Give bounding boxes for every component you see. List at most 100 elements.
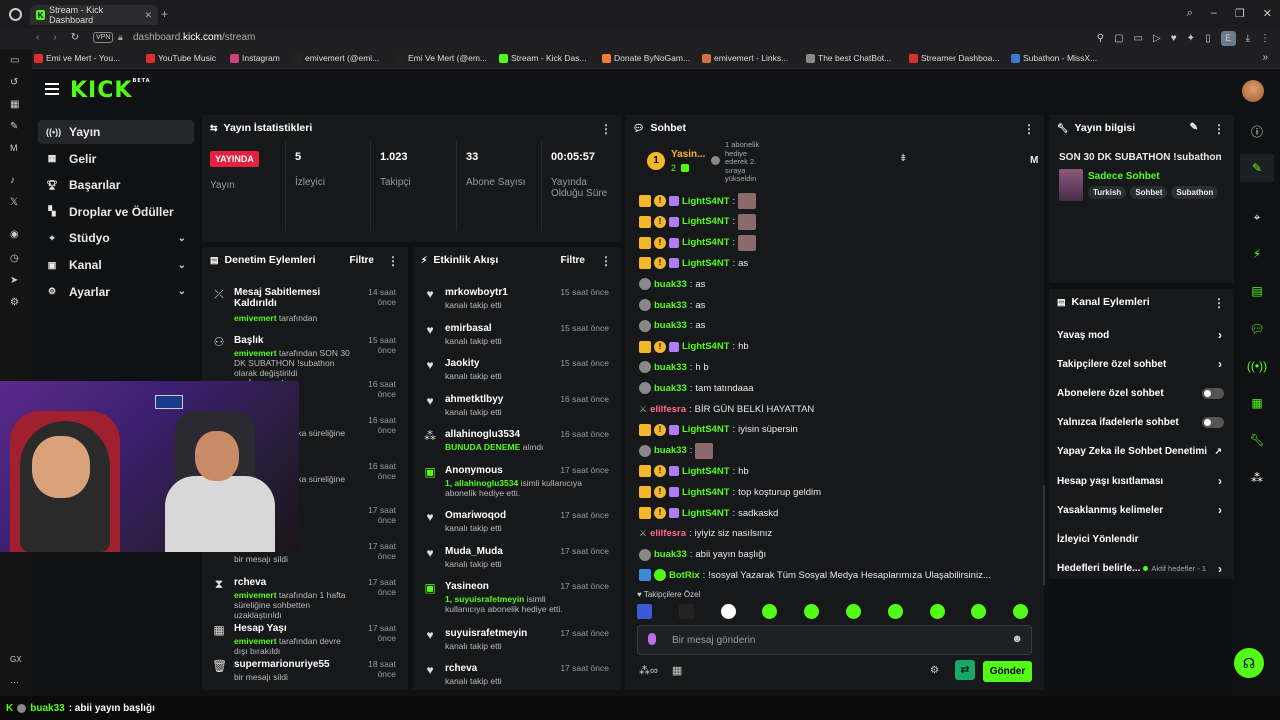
- extensions-icon[interactable]: ✦: [1187, 33, 1195, 44]
- reload-icon[interactable]: ↻: [71, 32, 79, 43]
- chat-username[interactable]: buak33: [654, 445, 687, 456]
- bookmark-item[interactable]: emivemert (@emi...: [293, 53, 379, 63]
- channel-action-item[interactable]: Yavaş mod ›: [1057, 323, 1226, 347]
- pinned-arrow-icon[interactable]: ⇟: [899, 153, 907, 164]
- search-tabs-icon[interactable]: ⌕: [1187, 7, 1193, 20]
- kick-logo[interactable]: KICKBETA: [70, 78, 151, 103]
- chat-username[interactable]: buak33: [654, 279, 687, 290]
- sidebar-x-icon[interactable]: 𝕏: [10, 197, 18, 208]
- sidebar-item-0[interactable]: ((•)) Yayın: [38, 120, 194, 144]
- emote-icon[interactable]: [1013, 604, 1029, 619]
- heart-icon[interactable]: ♥: [1171, 33, 1177, 44]
- sidebar-item-6[interactable]: ⚙ Ayarlar ⌄: [38, 280, 194, 304]
- emote-icon[interactable]: [804, 604, 820, 619]
- chat-username[interactable]: buak33: [654, 362, 687, 373]
- emote-icon[interactable]: [929, 604, 945, 619]
- stats-menu-icon[interactable]: ⋮: [600, 122, 612, 136]
- forward-icon[interactable]: ›: [53, 32, 56, 43]
- bookmark-item[interactable]: Instagram: [230, 53, 280, 63]
- bookmark-item[interactable]: Emi ve Mert - You...: [34, 53, 120, 63]
- moderation-filter[interactable]: Filtre: [350, 255, 374, 266]
- bookmark-item[interactable]: YouTube Music: [146, 53, 216, 63]
- channel-action-item[interactable]: Hesap yaşı kısıtlaması ›: [1057, 469, 1226, 493]
- chat-mod-icon[interactable]: ⇄: [955, 660, 975, 680]
- sidebar-m-icon[interactable]: M: [10, 143, 18, 153]
- mic-icon[interactable]: [648, 633, 656, 645]
- kick-points-icon[interactable]: ⁂∞: [639, 664, 658, 677]
- chat-username[interactable]: LightS4NT: [682, 424, 730, 435]
- sidebar-item-1[interactable]: ▦ Gelir: [38, 147, 194, 171]
- sidebar-item-4[interactable]: ⌖ Stüdyo ⌄: [38, 226, 194, 250]
- pinned-leaderboard[interactable]: 1 Yasin... 2 1 abonelik hediye ederek 2.…: [647, 140, 1038, 183]
- channel-action-item[interactable]: Yasaklanmış kelimeler ›: [1057, 498, 1226, 522]
- toggle-switch[interactable]: [1202, 417, 1224, 429]
- bookmark-item[interactable]: Streamer Dashboa...: [909, 53, 999, 63]
- activity-filter[interactable]: Filtre: [561, 255, 585, 266]
- edit-icon[interactable]: ✎: [1190, 122, 1198, 133]
- support-icon[interactable]: ☊: [1234, 648, 1264, 678]
- emote-icon[interactable]: [762, 604, 778, 619]
- rail-chat-icon[interactable]: 💬︎: [1240, 315, 1274, 343]
- chat-username[interactable]: LightS4NT: [682, 216, 730, 227]
- screenshot-icon[interactable]: ▢: [1114, 33, 1123, 44]
- store-icon[interactable]: ▦: [672, 664, 682, 677]
- emoji-icon[interactable]: ☻: [1011, 633, 1023, 645]
- chat-username[interactable]: elilfesra: [650, 404, 686, 415]
- sidebar-notes-icon[interactable]: ✎: [10, 121, 18, 132]
- profile-avatar[interactable]: E: [1220, 31, 1236, 46]
- sidebar-clock-icon[interactable]: ◷: [10, 253, 19, 264]
- sidebar-tab-icon[interactable]: ▦: [10, 99, 19, 110]
- bookmark-item[interactable]: The best ChatBot...: [806, 53, 891, 63]
- sidebar-send-icon[interactable]: ➤: [10, 275, 18, 286]
- channel-action-item[interactable]: İzleyici Yönlendir: [1057, 527, 1226, 551]
- bookmark-overflow-icon[interactable]: »: [1262, 52, 1268, 63]
- chat-username[interactable]: LightS4NT: [682, 258, 730, 269]
- sidebar-history-icon[interactable]: ↺: [10, 77, 18, 88]
- bookmark-item[interactable]: Stream - Kick Das...: [499, 53, 587, 63]
- sidebar-more-icon[interactable]: ···: [10, 677, 19, 687]
- back-icon[interactable]: ‹: [36, 32, 39, 43]
- chat-username[interactable]: buak33: [654, 383, 687, 394]
- cast-icon[interactable]: ▭: [1134, 33, 1143, 44]
- tag-chip[interactable]: Sohbet: [1130, 186, 1168, 199]
- chat-username[interactable]: LightS4NT: [682, 341, 730, 352]
- menu-icon[interactable]: ⋮: [1260, 33, 1270, 44]
- channel-action-item[interactable]: Yapay Zeka ile Sohbet Denetimi ↗: [1057, 440, 1226, 464]
- chat-menu-icon[interactable]: ⋮: [1023, 122, 1035, 136]
- channel-action-item[interactable]: Yalnızca ifadelerle sohbet: [1057, 411, 1226, 435]
- sidebar-icon[interactable]: ▯: [1205, 33, 1211, 44]
- chat-username[interactable]: LightS4NT: [682, 237, 730, 248]
- tab-close-icon[interactable]: ✕: [144, 10, 152, 21]
- pin-icon[interactable]: ⚲: [1097, 33, 1104, 44]
- rail-wrench-icon[interactable]: 🔧︎: [1240, 426, 1274, 454]
- tag-chip[interactable]: Subathon: [1171, 186, 1219, 199]
- emote-icon[interactable]: [720, 604, 736, 619]
- rail-focus-icon[interactable]: ⌖: [1240, 203, 1274, 231]
- maximize-icon[interactable]: ❐: [1235, 7, 1245, 20]
- chat-username[interactable]: buak33: [654, 300, 687, 311]
- bookmark-item[interactable]: Emi Ve Mert (@em...: [396, 53, 487, 63]
- minimize-icon[interactable]: –: [1211, 7, 1217, 20]
- channel-action-item[interactable]: Hedefleri belirle... Aktif hedefler - 1 ›: [1057, 557, 1226, 581]
- scrollbar[interactable]: [1043, 485, 1045, 585]
- bookmark-item[interactable]: emivemert - Links...: [702, 53, 788, 63]
- sidebar-bookmark-icon[interactable]: ▭: [10, 55, 19, 66]
- channel-action-item[interactable]: Takipçilere özel sohbet ›: [1057, 352, 1226, 376]
- sidebar-settings-icon[interactable]: ⚙: [10, 297, 19, 308]
- rail-broadcast-icon[interactable]: ((•)): [1240, 352, 1274, 380]
- sidebar-item-5[interactable]: ▣ Kanal ⌄: [38, 253, 194, 277]
- activity-menu-icon[interactable]: ⋮: [600, 254, 612, 268]
- rail-doc-icon[interactable]: ▤: [1240, 277, 1274, 305]
- toggle-switch[interactable]: [1202, 387, 1224, 399]
- rail-info-icon[interactable]: ⓘ: [1240, 117, 1274, 145]
- hamburger-icon[interactable]: [45, 83, 59, 95]
- sidebar-spotify-icon[interactable]: ◉: [10, 229, 19, 240]
- user-avatar[interactable]: [1242, 80, 1264, 102]
- sidebar-item-2[interactable]: 🏆︎ Başarılar: [38, 173, 194, 197]
- emote-icon[interactable]: [971, 604, 987, 619]
- tag-chip[interactable]: Turkish: [1088, 186, 1127, 199]
- rail-bolt-icon[interactable]: ⚡︎: [1240, 240, 1274, 268]
- channel-actions-menu-icon[interactable]: ⋮: [1213, 296, 1225, 310]
- bookmark-item[interactable]: Donate ByNoGam...: [602, 53, 690, 63]
- channel-action-item[interactable]: Abonelere özel sohbet: [1057, 381, 1226, 405]
